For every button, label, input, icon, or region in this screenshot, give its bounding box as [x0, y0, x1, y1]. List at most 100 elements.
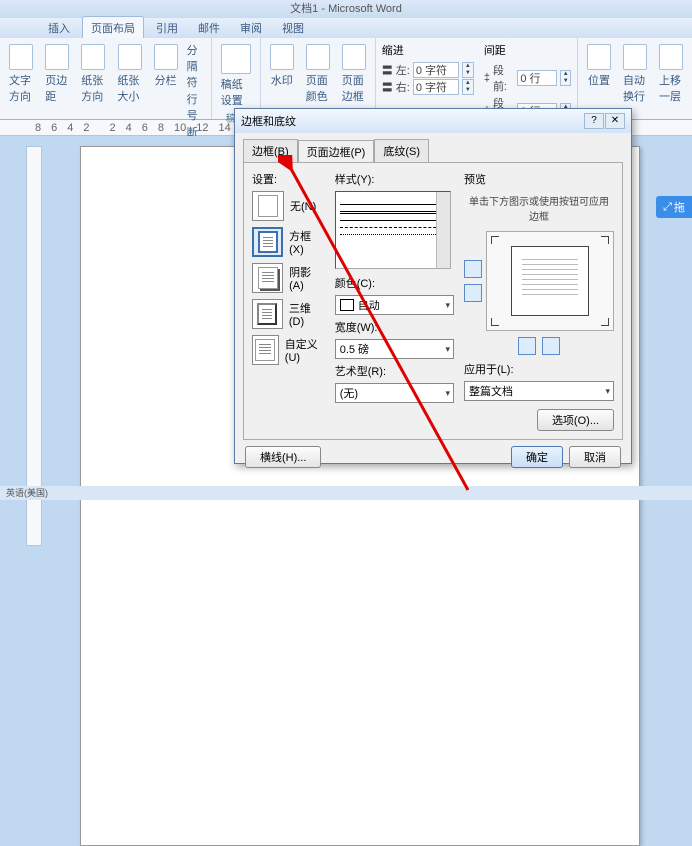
border-left-toggle[interactable] [518, 337, 536, 355]
margins-button[interactable]: 页边距 [42, 42, 72, 106]
label: 上移一层 [659, 72, 683, 104]
wrap-text-button[interactable]: 自动换行 [620, 42, 650, 106]
orientation-button[interactable]: 纸张方向 [78, 42, 108, 106]
dialog-title-bar[interactable]: 边框和底纹 ? ✕ [235, 109, 631, 133]
watermark-button[interactable]: 水印 [267, 42, 297, 90]
help-icon[interactable]: ? [584, 113, 604, 129]
space-before-input[interactable]: 0 行 [517, 70, 557, 86]
tab-view[interactable]: 视图 [274, 17, 312, 38]
left-label: 左: [396, 62, 410, 78]
size-button[interactable]: 纸张大小 [114, 42, 144, 106]
border-right-toggle[interactable] [542, 337, 560, 355]
corner-icon [491, 318, 499, 326]
label: 文字方向 [9, 72, 33, 104]
corner-icon [601, 236, 609, 244]
tab-shading[interactable]: 底纹(S) [374, 139, 429, 162]
status-bar: 英语(美国) [0, 486, 692, 500]
page-color-button[interactable]: 页面颜色 [303, 42, 333, 106]
style-listbox[interactable] [335, 191, 451, 269]
close-icon[interactable]: ✕ [605, 113, 625, 129]
label: 位置 [588, 72, 610, 88]
label: 稿纸设置 [221, 76, 251, 108]
setting-none[interactable] [252, 191, 284, 221]
group-arrange: 位置 自动换行 上移一层 [578, 38, 692, 119]
manuscript-button[interactable]: 稿纸设置 [218, 42, 254, 110]
preview-label: 预览 [464, 171, 614, 187]
setting-label: 设置: [252, 171, 325, 187]
preview-box [486, 231, 614, 331]
tab-references[interactable]: 引用 [148, 17, 186, 38]
spacing-label: 间距 [484, 42, 571, 58]
dialog-title: 边框和底纹 [241, 113, 296, 129]
spacing-icon: ‡ [484, 72, 490, 84]
setting-3d[interactable] [252, 299, 283, 329]
line-numbers-button[interactable]: 行号 [187, 91, 205, 123]
art-combo[interactable]: (无) [335, 383, 454, 403]
tab-insert[interactable]: 插入 [40, 17, 78, 38]
tab-page-borders[interactable]: 页面边框(P) [298, 140, 375, 163]
columns-button[interactable]: 分栏 [151, 42, 181, 90]
box-label: 方框(X) [289, 228, 325, 256]
label: 水印 [271, 72, 293, 88]
text-direction-button[interactable]: 文字方向 [6, 42, 36, 106]
bring-forward-button[interactable]: 上移一层 [656, 42, 686, 106]
border-top-toggle[interactable] [464, 260, 482, 278]
group-paragraph: 缩进 〓左:0 字符▲▼ 〓右:0 字符▲▼ 间距 ‡段前:0 行▲▼ ‡段后:… [376, 38, 578, 119]
width-label: 宽度(W): [335, 319, 454, 335]
spinner[interactable]: ▲▼ [462, 62, 474, 78]
ribbon-tabs: 插入 页面布局 引用 邮件 审阅 视图 [0, 18, 692, 38]
label: 页面边框 [342, 72, 366, 104]
label: 自动换行 [623, 72, 647, 104]
width-combo[interactable]: 0.5 磅 [335, 339, 454, 359]
corner-icon [601, 318, 609, 326]
position-button[interactable]: 位置 [584, 42, 614, 90]
setting-custom[interactable] [252, 335, 279, 365]
color-combo[interactable]: 自动 [335, 295, 454, 315]
apply-to-label: 应用于(L): [464, 361, 614, 377]
breaks-button[interactable]: 分隔符 [187, 42, 205, 90]
color-label: 颜色(C): [335, 275, 454, 291]
preview-page [511, 246, 589, 316]
border-bottom-toggle[interactable] [464, 284, 482, 302]
cancel-button[interactable]: 取消 [569, 446, 621, 468]
side-widget-label: 拖 [674, 199, 685, 215]
label: 页边距 [45, 72, 69, 104]
preview-hint: 单击下方图示或使用按钮可应用边框 [464, 191, 614, 225]
corner-icon [491, 236, 499, 244]
horizontal-line-button[interactable]: 横线(H)... [245, 446, 321, 468]
shadow-label: 阴影(A) [289, 264, 325, 292]
spinner[interactable]: ▲▼ [560, 70, 571, 86]
indent-left-input[interactable]: 0 字符 [413, 62, 459, 78]
tab-review[interactable]: 审阅 [232, 17, 270, 38]
before-label: 段前: [493, 62, 514, 94]
threed-label: 三维(D) [289, 300, 325, 328]
options-button[interactable]: 选项(O)... [537, 409, 614, 431]
tab-page-layout[interactable]: 页面布局 [82, 16, 144, 38]
art-label: 艺术型(R): [335, 363, 454, 379]
indent-icon: 〓 [382, 62, 393, 78]
label: 纸张方向 [81, 72, 105, 104]
none-label: 无(N) [290, 198, 316, 214]
label: 分栏 [155, 72, 177, 88]
tab-borders[interactable]: 边框(B) [243, 139, 298, 162]
color-value: 自动 [358, 297, 380, 313]
group-manuscript: 稿纸设置 稿纸 [212, 38, 261, 119]
ok-button[interactable]: 确定 [511, 446, 563, 468]
label: 纸张大小 [117, 72, 141, 104]
label: 页面颜色 [306, 72, 330, 104]
apply-to-combo[interactable]: 整篇文档 [464, 381, 614, 401]
custom-label: 自定义(U) [285, 336, 325, 364]
scrollbar[interactable] [436, 192, 450, 268]
side-widget[interactable]: ⤢拖 [656, 196, 692, 218]
tab-mailings[interactable]: 邮件 [190, 17, 228, 38]
group-page-background: 水印 页面颜色 页面边框 页面背景 [261, 38, 376, 119]
spinner[interactable]: ▲▼ [462, 79, 474, 95]
page-border-button[interactable]: 页面边框 [339, 42, 369, 106]
setting-box[interactable] [252, 227, 283, 257]
right-label: 右: [396, 79, 410, 95]
setting-shadow[interactable] [252, 263, 283, 293]
indent-icon: 〓 [382, 79, 393, 95]
borders-shading-dialog: 边框和底纹 ? ✕ 边框(B) 页面边框(P) 底纹(S) 设置: 无(N) 方… [234, 108, 632, 464]
style-label: 样式(Y): [335, 171, 454, 187]
indent-right-input[interactable]: 0 字符 [413, 79, 459, 95]
